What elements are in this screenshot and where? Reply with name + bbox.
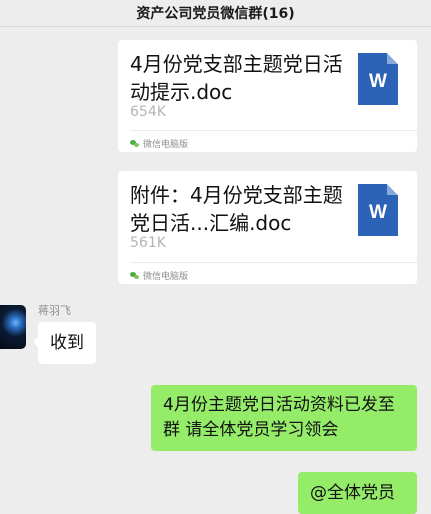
file-title: 附件：4月份党支部主题党日活...汇编.doc (130, 183, 343, 235)
avatar[interactable] (0, 305, 26, 349)
file-title: 4月份党支部主题党日活动提示.doc (130, 52, 343, 104)
file-source-label: 微信电脑版 (143, 272, 189, 282)
sender-name: 蒋羽飞 (38, 304, 71, 317)
message-text: @全体党员 (310, 483, 395, 503)
word-document-icon: W (358, 53, 398, 105)
file-message[interactable]: 附件：4月份党支部主题党日活...汇编.doc W 561K 微信电脑版 (118, 171, 417, 284)
word-icon-letter: W (369, 71, 387, 92)
message-text: 4月份主题党日活动资料已发至群 请全体党员学习领会 (163, 395, 395, 440)
wechat-icon (130, 272, 139, 279)
chat-header: 资产公司党员微信群(16) (0, 0, 431, 27)
chat-title: 资产公司党员微信群(16) (136, 6, 295, 22)
file-source-label: 微信电脑版 (143, 140, 189, 150)
file-message[interactable]: 4月份党支部主题党日活动提示.doc W 654K 微信电脑版 (118, 40, 417, 152)
file-size: 654K (130, 104, 166, 120)
word-document-icon: W (358, 184, 398, 236)
incoming-message-bubble[interactable]: 收到 (33, 322, 96, 364)
outgoing-message-bubble[interactable]: 4月份主题党日活动资料已发至群 请全体党员学习领会 (151, 385, 417, 451)
file-size: 561K (130, 235, 166, 251)
file-card-divider (130, 130, 417, 131)
file-source: 微信电脑版 (130, 137, 188, 150)
file-source: 微信电脑版 (130, 269, 188, 282)
word-icon-letter: W (369, 202, 387, 223)
file-card-divider (130, 262, 417, 263)
wechat-icon (130, 140, 139, 147)
